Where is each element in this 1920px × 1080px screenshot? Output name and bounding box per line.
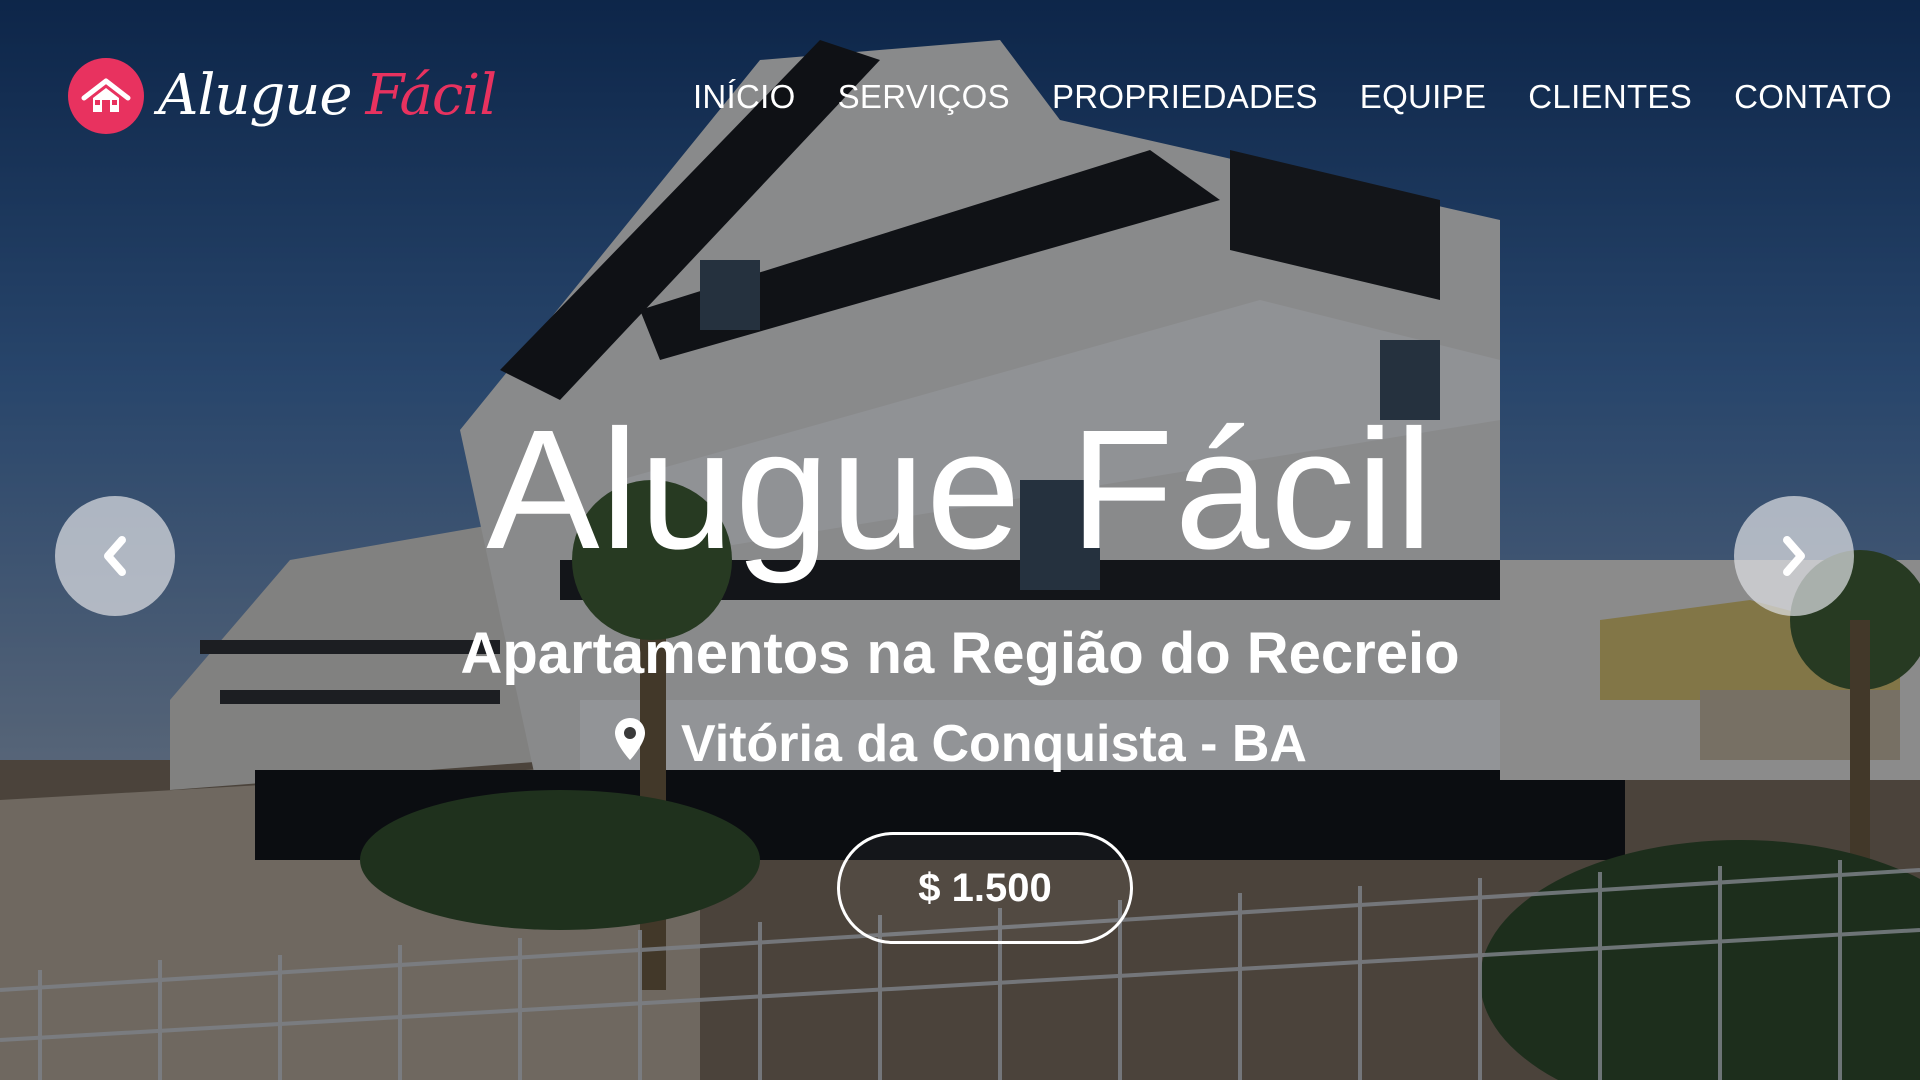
logo-word-1: Alugue	[158, 63, 352, 128]
carousel-next-button[interactable]	[1734, 496, 1854, 616]
main-nav: INÍCIO SERVIÇOS PROPRIEDADES EQUIPE CLIE…	[693, 78, 1892, 116]
site-logo[interactable]: Alugue Fácil	[68, 58, 497, 134]
chevron-left-icon	[104, 536, 126, 576]
hero-slider: Alugue Fácil INÍCIO SERVIÇOS PROPRIEDADES…	[0, 0, 1920, 1080]
price-button[interactable]: $ 1.500	[837, 832, 1133, 944]
nav-item-contato[interactable]: CONTATO	[1734, 78, 1892, 116]
location-text: Vitória da Conquista - BA	[681, 714, 1307, 773]
slide-title: Alugue Fácil	[486, 395, 1434, 585]
logo-word-2: Fácil	[365, 63, 497, 128]
nav-item-equipe[interactable]: EQUIPE	[1360, 78, 1487, 116]
nav-item-servicos[interactable]: SERVIÇOS	[838, 78, 1010, 116]
slide-location: Vitória da Conquista - BA	[0, 716, 1920, 771]
chevron-right-icon	[1783, 536, 1805, 576]
house-icon	[68, 58, 144, 134]
nav-item-propriedades[interactable]: PROPRIEDADES	[1052, 78, 1318, 116]
map-pin-icon	[613, 716, 647, 771]
logo-wordmark: Alugue Fácil	[158, 68, 497, 124]
slide-subtitle: Apartamentos na Região do Recreio	[460, 621, 1460, 686]
carousel-prev-button[interactable]	[55, 496, 175, 616]
nav-item-inicio[interactable]: INÍCIO	[693, 78, 796, 116]
nav-item-clientes[interactable]: CLIENTES	[1528, 78, 1692, 116]
